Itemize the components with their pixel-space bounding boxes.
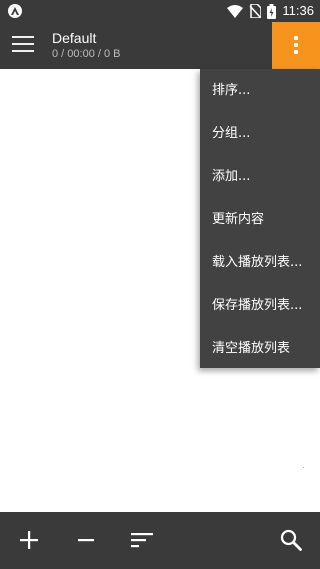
toolbar: Default 0 / 00:00 / 0 B bbox=[0, 22, 320, 69]
no-sim-icon bbox=[249, 4, 262, 18]
overflow-menu-button[interactable] bbox=[272, 22, 320, 69]
title-block: Default 0 / 00:00 / 0 B bbox=[52, 30, 121, 61]
hamburger-menu-icon[interactable] bbox=[12, 36, 34, 54]
playlist-title: Default bbox=[52, 30, 97, 46]
menu-item-group[interactable]: 分组... bbox=[200, 112, 320, 155]
wifi-icon bbox=[227, 4, 244, 18]
app-notification-icon bbox=[8, 4, 22, 18]
overflow-popup-menu: 排序... 分组... 添加... 更新内容 载入播放列表... 保存播放列表.… bbox=[200, 69, 320, 368]
menu-item-sort[interactable]: 排序... bbox=[200, 69, 320, 112]
menu-item-refresh[interactable]: 更新内容 bbox=[200, 198, 320, 241]
menu-item-save-playlist[interactable]: 保存播放列表... bbox=[200, 284, 320, 327]
bottom-toolbar bbox=[0, 512, 320, 569]
clock: 11:36 bbox=[282, 3, 314, 18]
search-icon[interactable] bbox=[279, 528, 303, 552]
sort-icon[interactable] bbox=[130, 528, 154, 552]
menu-item-clear-playlist[interactable]: 清空播放列表 bbox=[200, 327, 320, 370]
battery-charging-icon bbox=[267, 3, 277, 19]
more-vert-icon bbox=[294, 36, 298, 40]
status-bar: 11:36 bbox=[0, 0, 320, 22]
playlist-summary: 0 / 00:00 / 0 B bbox=[52, 48, 121, 60]
menu-item-load-playlist[interactable]: 载入播放列表... bbox=[200, 241, 320, 284]
add-icon[interactable] bbox=[17, 528, 41, 552]
remove-icon[interactable] bbox=[74, 528, 98, 552]
scroll-indicator bbox=[303, 467, 304, 468]
menu-item-add[interactable]: 添加... bbox=[200, 155, 320, 198]
